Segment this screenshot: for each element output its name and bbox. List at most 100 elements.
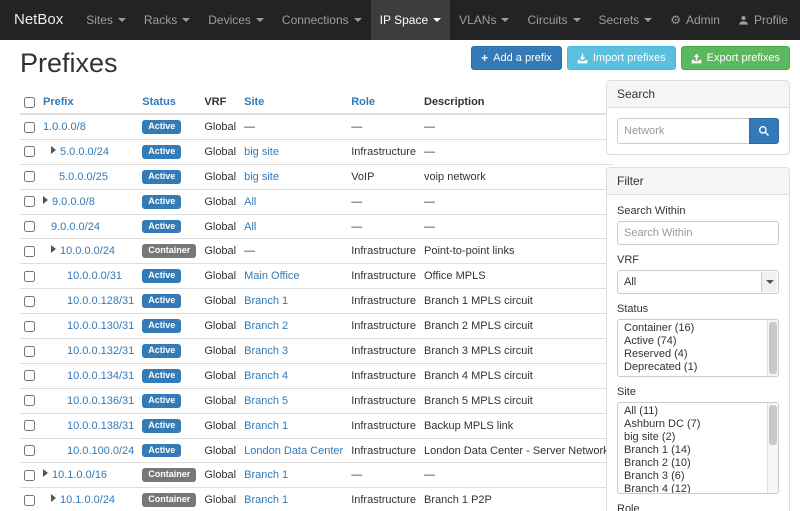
prefix-link[interactable]: 10.1.0.0/24 [60, 494, 115, 506]
prefix-link[interactable]: 9.0.0.0/24 [51, 221, 100, 233]
col-header-link[interactable]: Site [244, 96, 264, 108]
description-cell: Branch 1 P2P [420, 488, 613, 511]
vrf-selected-value: All [624, 276, 636, 288]
row-checkbox[interactable] [24, 346, 35, 357]
scrollbar-thumb[interactable] [769, 322, 777, 374]
import-prefixes-button[interactable]: Import prefixes [567, 46, 676, 70]
nav-item-label: VLANs [459, 13, 496, 27]
site-link[interactable]: All [244, 196, 256, 208]
vrf-select[interactable]: All [617, 270, 779, 294]
nav-item-circuits[interactable]: Circuits [518, 0, 589, 40]
row-checkbox[interactable] [24, 271, 35, 282]
nav-item-profile[interactable]: Profile [729, 0, 797, 40]
prefix-link[interactable]: 10.0.0.132/31 [67, 345, 134, 357]
site-link[interactable]: Branch 4 [244, 370, 288, 382]
row-checkbox[interactable] [24, 321, 35, 332]
search-input[interactable] [617, 118, 750, 144]
prefix-link[interactable]: 10.0.0.134/31 [67, 370, 134, 382]
col-header-link[interactable]: Role [351, 96, 375, 108]
export-prefixes-button[interactable]: Export prefixes [681, 46, 790, 70]
listbox-option[interactable]: Ashburn DC (7) [618, 418, 766, 431]
role-cell: — [347, 189, 420, 214]
chevron-down-icon [766, 280, 774, 284]
listbox-option[interactable]: All (11) [618, 405, 766, 418]
row-checkbox[interactable] [24, 146, 35, 157]
role-label: Role [617, 503, 779, 511]
brand-link[interactable]: NetBox [0, 0, 77, 40]
prefix-link[interactable]: 9.0.0.0/8 [52, 196, 95, 208]
row-checkbox[interactable] [24, 420, 35, 431]
row-checkbox[interactable] [24, 495, 35, 506]
status-listbox[interactable]: Container (16)Active (74)Reserved (4)Dep… [617, 319, 779, 377]
nav-item-ip-space[interactable]: IP Space [371, 0, 450, 40]
col-header-link[interactable]: Status [142, 96, 176, 108]
prefix-link[interactable]: 10.0.0.0/24 [60, 245, 115, 257]
search-within-input[interactable] [617, 221, 779, 245]
listbox-option[interactable]: Container (16) [618, 322, 766, 335]
prefix-link[interactable]: 10.0.0.136/31 [67, 395, 134, 407]
select-all-checkbox[interactable] [24, 97, 35, 108]
row-checkbox[interactable] [24, 395, 35, 406]
site-link[interactable]: big site [244, 146, 279, 158]
row-checkbox[interactable] [24, 470, 35, 481]
site-link[interactable]: Main Office [244, 270, 299, 282]
prefix-link[interactable]: 10.1.0.0/16 [52, 469, 107, 481]
site-scrollbar[interactable] [767, 403, 778, 493]
nav-item-sites[interactable]: Sites [77, 0, 135, 40]
nav-item-admin[interactable]: ⚙Admin [661, 0, 729, 40]
prefix-link[interactable]: 10.0.0.128/31 [67, 295, 134, 307]
status-scrollbar[interactable] [767, 320, 778, 376]
status-label: Status [617, 303, 779, 315]
add-prefix-button[interactable]: + Add a prefix [471, 46, 562, 70]
listbox-option[interactable]: Deprecated (1) [618, 361, 766, 374]
col-header-link[interactable]: Prefix [43, 96, 74, 108]
nav-item-connections[interactable]: Connections [273, 0, 371, 40]
description-cell: Branch 4 MPLS circuit [420, 363, 613, 388]
navbar: NetBox SitesRacksDevicesConnectionsIP Sp… [0, 0, 800, 40]
prefix-link[interactable]: 10.0.0.0/31 [67, 270, 122, 282]
site-link[interactable]: London Data Center [244, 445, 343, 457]
site-listbox[interactable]: All (11)Ashburn DC (7)big site (2)Branch… [617, 402, 779, 494]
listbox-option[interactable]: Branch 4 (12) [618, 483, 766, 494]
nav-item-secrets[interactable]: Secrets [590, 0, 662, 40]
table-row: 1.0.0.0/8ActiveGlobal——— [20, 114, 613, 139]
row-checkbox[interactable] [24, 445, 35, 456]
site-link[interactable]: Branch 5 [244, 395, 288, 407]
nav-item-devices[interactable]: Devices [199, 0, 273, 40]
search-button[interactable] [749, 118, 779, 144]
row-checkbox[interactable] [24, 246, 35, 257]
prefix-link[interactable]: 1.0.0.0/8 [43, 121, 86, 133]
nav-item-racks[interactable]: Racks [135, 0, 199, 40]
listbox-option[interactable]: Branch 2 (10) [618, 457, 766, 470]
row-checkbox[interactable] [24, 122, 35, 133]
site-cell: — [240, 114, 347, 139]
row-checkbox[interactable] [24, 196, 35, 207]
prefix-cell: 10.0.100.0/24 [39, 438, 138, 463]
listbox-option[interactable]: Reserved (4) [618, 348, 766, 361]
scrollbar-thumb[interactable] [769, 405, 777, 445]
row-checkbox[interactable] [24, 171, 35, 182]
site-link[interactable]: Branch 1 [244, 469, 288, 481]
row-checkbox[interactable] [24, 221, 35, 232]
row-checkbox[interactable] [24, 296, 35, 307]
listbox-option[interactable]: big site (2) [618, 431, 766, 444]
status-badge: Active [142, 394, 181, 408]
prefix-link[interactable]: 10.0.100.0/24 [67, 445, 134, 457]
prefix-link[interactable]: 5.0.0.0/25 [59, 171, 108, 183]
site-link[interactable]: Branch 3 [244, 345, 288, 357]
site-link[interactable]: Branch 1 [244, 494, 288, 506]
listbox-option[interactable]: Active (74) [618, 335, 766, 348]
row-checkbox[interactable] [24, 370, 35, 381]
site-link[interactable]: All [244, 221, 256, 233]
nav-item-vlans[interactable]: VLANs [450, 0, 518, 40]
site-link[interactable]: Branch 2 [244, 320, 288, 332]
site-link[interactable]: Branch 1 [244, 420, 288, 432]
col-header-description: Description [420, 91, 613, 114]
listbox-option[interactable]: Branch 3 (6) [618, 470, 766, 483]
site-link[interactable]: Branch 1 [244, 295, 288, 307]
prefix-link[interactable]: 5.0.0.0/24 [60, 146, 109, 158]
prefix-link[interactable]: 10.0.0.130/31 [67, 320, 134, 332]
prefix-link[interactable]: 10.0.0.138/31 [67, 420, 134, 432]
listbox-option[interactable]: Branch 1 (14) [618, 444, 766, 457]
site-link[interactable]: big site [244, 171, 279, 183]
